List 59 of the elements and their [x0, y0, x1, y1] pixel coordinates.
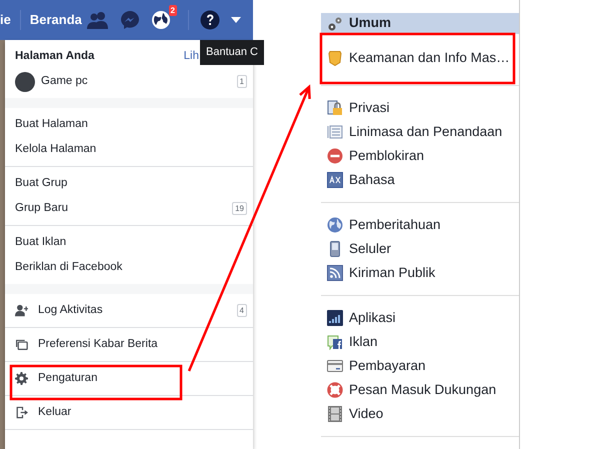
sidebar-item[interactable]: Bahasa: [321, 168, 519, 192]
globe-icon: [151, 10, 171, 30]
sidebar-item[interactable]: Kiriman Publik: [321, 261, 519, 285]
globe-icon: [327, 217, 343, 233]
no-entry-icon: [327, 148, 343, 164]
menu-item[interactable]: Beriklan di Facebook: [5, 255, 253, 280]
user-plus-icon: [15, 304, 28, 317]
count-badge: 1: [236, 75, 247, 88]
sidebar-item[interactable]: Keamanan dan Info Mas…: [321, 34, 519, 75]
language-icon: [327, 172, 343, 188]
rss-icon: [327, 265, 343, 281]
menu-item[interactable]: Buat Grup: [5, 171, 253, 196]
sidebar-item[interactable]: Pesan Masuk Dukungan: [321, 378, 519, 402]
timeline-icon: [327, 124, 343, 140]
sidebar-item[interactable]: Pemberitahuan: [321, 213, 519, 237]
sidebar-item[interactable]: Pemblokiran: [321, 144, 519, 168]
see-all-link[interactable]: Lih: [184, 48, 199, 66]
sidebar-item[interactable]: Video: [321, 402, 519, 426]
film-strip-icon: [327, 406, 343, 422]
exit-icon: [15, 406, 28, 419]
caret-icon: [231, 17, 241, 23]
shield-icon: [327, 50, 343, 66]
section-heading: Halaman Anda: [15, 48, 94, 64]
page-avatar: [15, 72, 35, 92]
messenger-icon: [120, 10, 140, 30]
sidebar-item[interactable]: Seluler: [321, 237, 519, 261]
gears-icon: [327, 16, 343, 32]
sidebar-item[interactable]: Iklan: [321, 330, 519, 354]
credit-card-icon: [327, 358, 343, 374]
stacked-pages-icon: [15, 338, 28, 351]
help-icon: [200, 10, 220, 30]
menu-item[interactable]: Pengaturan: [5, 366, 253, 391]
sidebar-item[interactable]: Aplikasi: [321, 306, 519, 330]
friends-icon: [87, 11, 109, 29]
gear-icon: [15, 372, 28, 385]
menu-item[interactable]: Buat Iklan: [5, 230, 253, 255]
menu-item[interactable]: Game pc 1: [5, 69, 253, 94]
sidebar-item[interactable]: Linimasa dan Penandaan: [321, 120, 519, 144]
menu-item[interactable]: Grup Baru 19: [5, 196, 253, 221]
notifications-button[interactable]: 2: [151, 4, 177, 30]
home-link[interactable]: Beranda: [30, 10, 82, 30]
menu-item[interactable]: Preferensi Kabar Berita: [5, 332, 253, 357]
menu-item[interactable]: Log Aktivitas 4: [5, 298, 253, 323]
sidebar-item[interactable]: Privasi: [321, 96, 519, 120]
count-badge: 4: [236, 304, 247, 317]
nav-link-text[interactable]: ie: [0, 10, 11, 30]
lifebuoy-icon: [327, 382, 343, 398]
menu-item[interactable]: Kelola Halaman: [5, 137, 253, 162]
count-badge: 19: [232, 202, 247, 215]
menu-item[interactable]: Buat Halaman: [5, 112, 253, 137]
phone-icon: [327, 241, 343, 257]
tooltip: Bantuan C: [200, 40, 264, 64]
ad-icon: [327, 334, 343, 350]
padlock-icon: [327, 100, 343, 116]
notification-badge: 2: [168, 4, 177, 16]
menu-item[interactable]: Keluar: [5, 400, 253, 425]
apps-icon: [327, 310, 343, 326]
sidebar-item[interactable]: Umum: [321, 13, 519, 34]
sidebar-item[interactable]: Pembayaran: [321, 354, 519, 378]
